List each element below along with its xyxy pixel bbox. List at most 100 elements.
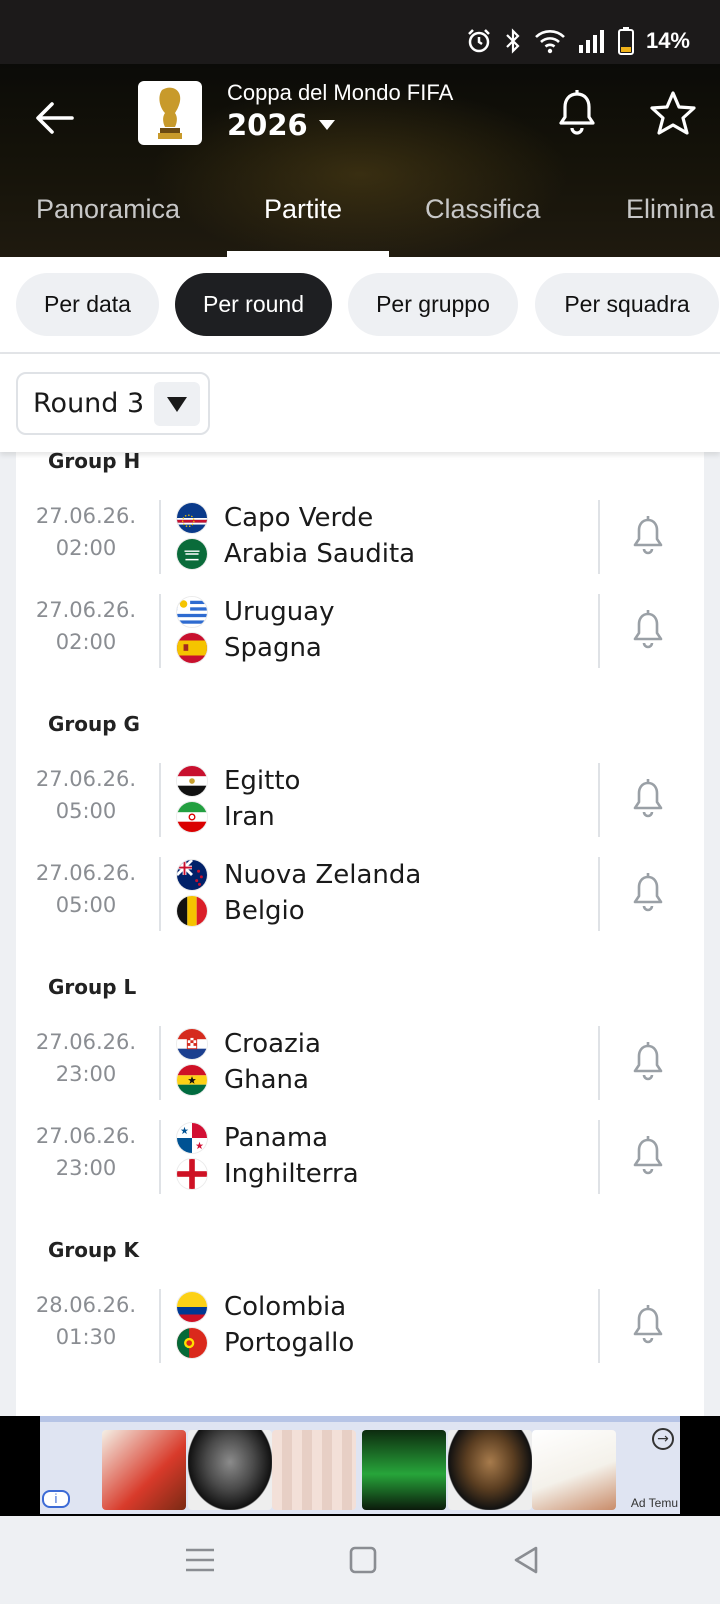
divider [159,763,161,837]
bell-icon[interactable] [552,88,602,138]
ad-product-image[interactable] [188,1430,272,1510]
divider [598,1120,600,1194]
match-row[interactable]: 27.06.26. 02:00 Uruguay Spagna [16,594,704,668]
group-title: Group H [48,452,141,473]
away-team: Inghilterra [176,1156,359,1192]
flag-egypt-icon [176,765,208,797]
bell-icon[interactable] [628,514,668,560]
tab-partite[interactable]: Partite [264,184,342,257]
match-list: Group H 27.06.26. 02:00 Capo Verde Arabia… [0,452,720,1416]
bell-icon[interactable] [628,608,668,654]
home-team: Panama [176,1120,328,1156]
bell-icon[interactable] [628,1134,668,1180]
alarm-icon [468,29,490,53]
round-dropdown[interactable]: Round 3 [16,372,210,435]
divider [159,1289,161,1363]
tab-classifica[interactable]: Classifica [425,184,541,257]
home-team: Capo Verde [176,500,373,536]
group-title: Group L [48,975,137,999]
ad-banner[interactable]: i → Ad Temu [0,1416,720,1516]
divider [159,500,161,574]
ad-product-image[interactable] [362,1430,446,1510]
bell-icon[interactable] [628,1303,668,1349]
tab-panoramica[interactable]: Panoramica [36,184,180,257]
chip-per-squadra[interactable]: Per squadra [535,273,719,336]
system-navigation-bar [0,1516,720,1604]
match-row[interactable]: 27.06.26. 05:00 Egitto Iran [16,763,704,837]
match-row[interactable]: 27.06.26. 02:00 Capo Verde Arabia Saudita [16,500,704,574]
home-team: Croazia [176,1026,321,1062]
ad-product-image[interactable] [532,1430,616,1510]
status-bar: 14% [0,0,720,64]
bell-icon[interactable] [628,871,668,917]
ad-open-icon[interactable]: → [652,1428,674,1450]
match-datetime: 27.06.26. 02:00 [35,598,137,654]
match-datetime: 27.06.26. 05:00 [35,767,137,823]
flag-new-zealand-icon [176,859,208,891]
away-team: Arabia Saudita [176,536,415,572]
competition-name: Coppa del Mondo FIFA [227,80,454,105]
ad-label: Ad Temu [630,1496,678,1510]
match-row[interactable]: 27.06.26. 23:00 Croazia Ghana [16,1026,704,1100]
round-dropdown-value: Round 3 [33,388,145,419]
ad-product-image[interactable] [102,1430,186,1510]
arrow-left-icon[interactable] [28,90,84,146]
home-icon[interactable] [345,1544,381,1576]
chip-per-data[interactable]: Per data [16,273,159,336]
divider [598,1289,600,1363]
caret-down-icon [318,120,335,130]
match-row[interactable]: 27.06.26. 05:00 Nuova Zelanda Belgio [16,857,704,931]
match-datetime: 27.06.26. 02:00 [35,504,137,560]
divider [159,857,161,931]
home-team: Nuova Zelanda [176,857,421,893]
season-selector[interactable]: 2026 [227,108,336,142]
menu-icon[interactable] [182,1544,218,1576]
bell-icon[interactable] [628,1040,668,1086]
match-datetime: 28.06.26. 01:30 [35,1293,137,1349]
away-team: Spagna [176,630,322,666]
bell-icon[interactable] [628,777,668,823]
flag-saudi-arabia-icon [176,538,208,570]
match-row[interactable]: 27.06.26. 23:00 Panama Inghilterra [16,1120,704,1194]
app-header: Coppa del Mondo FIFA 2026 Panoramica Par… [0,64,720,264]
trophy-icon [158,87,182,139]
status-icons: 14% [466,24,690,58]
star-icon[interactable] [647,88,699,140]
dropdown-button[interactable] [154,382,200,426]
flag-belgium-icon [176,895,208,927]
divider [159,594,161,668]
divider [159,1026,161,1100]
round-bar: Round 3 [0,354,720,452]
battery-icon [617,27,634,55]
home-team: Colombia [176,1289,346,1325]
competition-logo [138,81,202,145]
flag-colombia-icon [176,1291,208,1323]
flag-cape-verde-icon [176,502,208,534]
flag-iran-icon [176,801,208,833]
match-datetime: 27.06.26. 23:00 [35,1030,137,1086]
ad-content[interactable]: i → Ad Temu [40,1416,680,1514]
home-team: Egitto [176,763,300,799]
tab-eliminazione[interactable]: Elimina [626,184,715,257]
tab-bar: Panoramica Partite Classifica Elimina [0,184,720,257]
chip-per-round[interactable]: Per round [175,273,332,336]
ad-product-image[interactable] [272,1430,356,1510]
match-row[interactable]: 28.06.26. 01:30 Colombia Portogallo [16,1289,704,1363]
ad-info-icon[interactable]: i [42,1490,70,1508]
flag-panama-icon [176,1122,208,1154]
away-team: Belgio [176,893,305,929]
back-nav-icon[interactable] [508,1544,544,1576]
flag-portugal-icon [176,1327,208,1359]
match-datetime: 27.06.26. 23:00 [35,1124,137,1180]
divider [598,763,600,837]
flag-england-icon [176,1158,208,1190]
chip-per-gruppo[interactable]: Per gruppo [348,273,518,336]
battery-percentage: 14% [645,28,690,53]
filter-chips: Per data Per round Per gruppo Per squadr… [0,257,720,354]
divider [598,857,600,931]
divider [598,1026,600,1100]
home-team: Uruguay [176,594,335,630]
ad-product-image[interactable] [448,1430,532,1510]
away-team: Portogallo [176,1325,354,1361]
group-title: Group K [48,1238,140,1262]
